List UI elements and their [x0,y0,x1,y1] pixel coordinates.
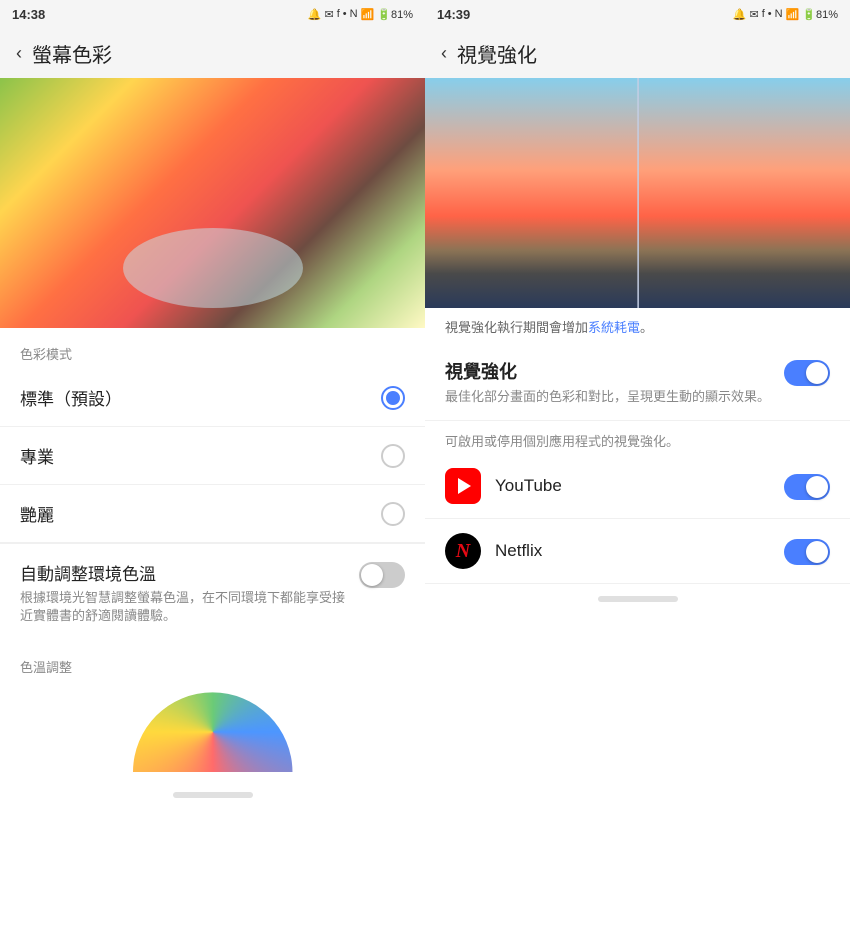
notice-text-after: 。 [640,320,653,335]
vivid-toggle[interactable] [784,360,830,386]
vivid-text: 視覺強化 最佳化部分畫面的色彩和對比，呈現更生動的顯示效果。 [445,358,770,407]
radio-vivid-circle[interactable] [381,502,405,526]
wifi-icon-r: 📶 [786,8,800,21]
youtube-left: YouTube [445,468,562,504]
youtube-label: YouTube [495,476,562,496]
radio-professional[interactable]: 專業 [0,427,425,485]
wifi-icon: 📶 [361,8,375,21]
auto-adjust-text: 自動調整環境色溫 根據環境光智慧調整螢幕色溫，在不同環境下都能享受接近實體書的舒… [20,560,347,625]
auto-adjust-section: 自動調整環境色溫 根據環境光智慧調整螢幕色溫，在不同環境下都能享受接近實體書的舒… [0,543,425,641]
radio-professional-circle[interactable] [381,444,405,468]
status-time-left: 14:38 [12,7,45,22]
vivid-desc: 最佳化部分畫面的色彩和對比，呈現更生動的顯示效果。 [445,388,770,407]
fb-icon: f [337,8,340,20]
color-wheel[interactable] [133,692,293,772]
back-button-right[interactable]: ‹ [441,43,447,64]
radio-vivid[interactable]: 艷麗 [0,485,425,543]
content-left: 色彩模式 標準（預設） 專業 艷麗 自動調整環境色溫 根據環境光智慧調整螢幕色溫… [0,328,425,942]
message-icon: ✉ [324,8,333,21]
signal-icon-r: N [775,8,783,20]
signal-icon: N [350,8,358,20]
sub-notice: 可啟用或停用個別應用程式的視覺強化。 [425,421,850,454]
vivid-title: 視覺強化 [445,358,770,384]
auto-adjust-toggle[interactable] [359,562,405,588]
youtube-icon [445,468,481,504]
vivid-row: 視覺強化 最佳化部分畫面的色彩和對比，呈現更生動的顯示效果。 [445,358,830,407]
netflix-toggle[interactable] [784,539,830,565]
right-panel: 14:39 🔔 ✉ f • N 📶 🔋81% ‹ 視覺強化 視覺強化執行期間會增… [425,0,850,942]
page-header-right: ‹ 視覺強化 [425,28,850,78]
color-temp-section: 色溫調整 [0,641,425,780]
auto-adjust-title: 自動調整環境色溫 [20,560,347,585]
page-title-left: 螢幕色彩 [32,39,112,68]
youtube-app-item[interactable]: YouTube [425,454,850,519]
dot-icon-r: • [768,8,772,20]
radio-standard-label: 標準（預設） [20,385,122,410]
radio-vivid-label: 艷麗 [20,501,54,526]
right-content: 視覺強化執行期間會增加系統耗電。 視覺強化 最佳化部分畫面的色彩和對比，呈現更生… [425,308,850,942]
status-icons-right: 🔔 ✉ f • N 📶 🔋81% [733,8,838,21]
status-icons-left: 🔔 ✉ f • N 📶 🔋81% [308,8,413,21]
fb-icon-r: f [762,8,765,20]
notice-text: 視覺強化執行期間會增加系統耗電。 [425,308,850,344]
notification-icon-r: 🔔 [733,8,747,21]
battery-icon: 🔋81% [377,8,413,21]
color-temp-label: 色溫調整 [20,657,405,676]
bottom-nav-bar-left [173,792,253,798]
netflix-icon: N [445,533,481,569]
radio-standard[interactable]: 標準（預設） [0,369,425,427]
page-header-left: ‹ 螢幕色彩 [0,28,425,78]
radio-professional-label: 專業 [20,443,54,468]
netflix-n-letter: N [456,540,470,563]
auto-adjust-desc: 根據環境光智慧調整螢幕色溫，在不同環境下都能享受接近實體書的舒適閱讀體驗。 [20,589,347,625]
youtube-play-icon [458,478,471,494]
auto-adjust-row: 自動調整環境色溫 根據環境光智慧調整螢幕色溫，在不同環境下都能享受接近實體書的舒… [20,560,405,625]
message-icon-r: ✉ [749,8,758,21]
netflix-label: Netflix [495,541,542,561]
dot-icon: • [343,8,347,20]
landscape-preview [425,78,850,308]
netflix-app-item[interactable]: N Netflix [425,519,850,584]
status-time-right: 14:39 [437,7,470,22]
radio-standard-circle[interactable] [381,386,405,410]
status-bar-left: 14:38 🔔 ✉ f • N 📶 🔋81% [0,0,425,28]
battery-icon-r: 🔋81% [802,8,838,21]
notification-icon: 🔔 [308,8,322,21]
status-bar-right: 14:39 🔔 ✉ f • N 📶 🔋81% [425,0,850,28]
left-panel: 14:38 🔔 ✉ f • N 📶 🔋81% ‹ 螢幕色彩 色彩模式 標準（預設… [0,0,425,942]
back-button-left[interactable]: ‹ [16,43,22,64]
notice-link[interactable]: 系統耗電 [588,320,640,335]
vivid-enhancement-section: 視覺強化 最佳化部分畫面的色彩和對比，呈現更生動的顯示效果。 [425,344,850,422]
notice-text-before: 視覺強化執行期間會增加 [445,320,588,335]
netflix-left: N Netflix [445,533,542,569]
youtube-toggle[interactable] [784,474,830,500]
fruit-bowl-preview [0,78,425,328]
color-mode-section-label: 色彩模式 [0,328,425,369]
page-title-right: 視覺強化 [457,39,537,68]
preview-divider [638,78,639,308]
bottom-nav-bar-right [598,596,678,602]
